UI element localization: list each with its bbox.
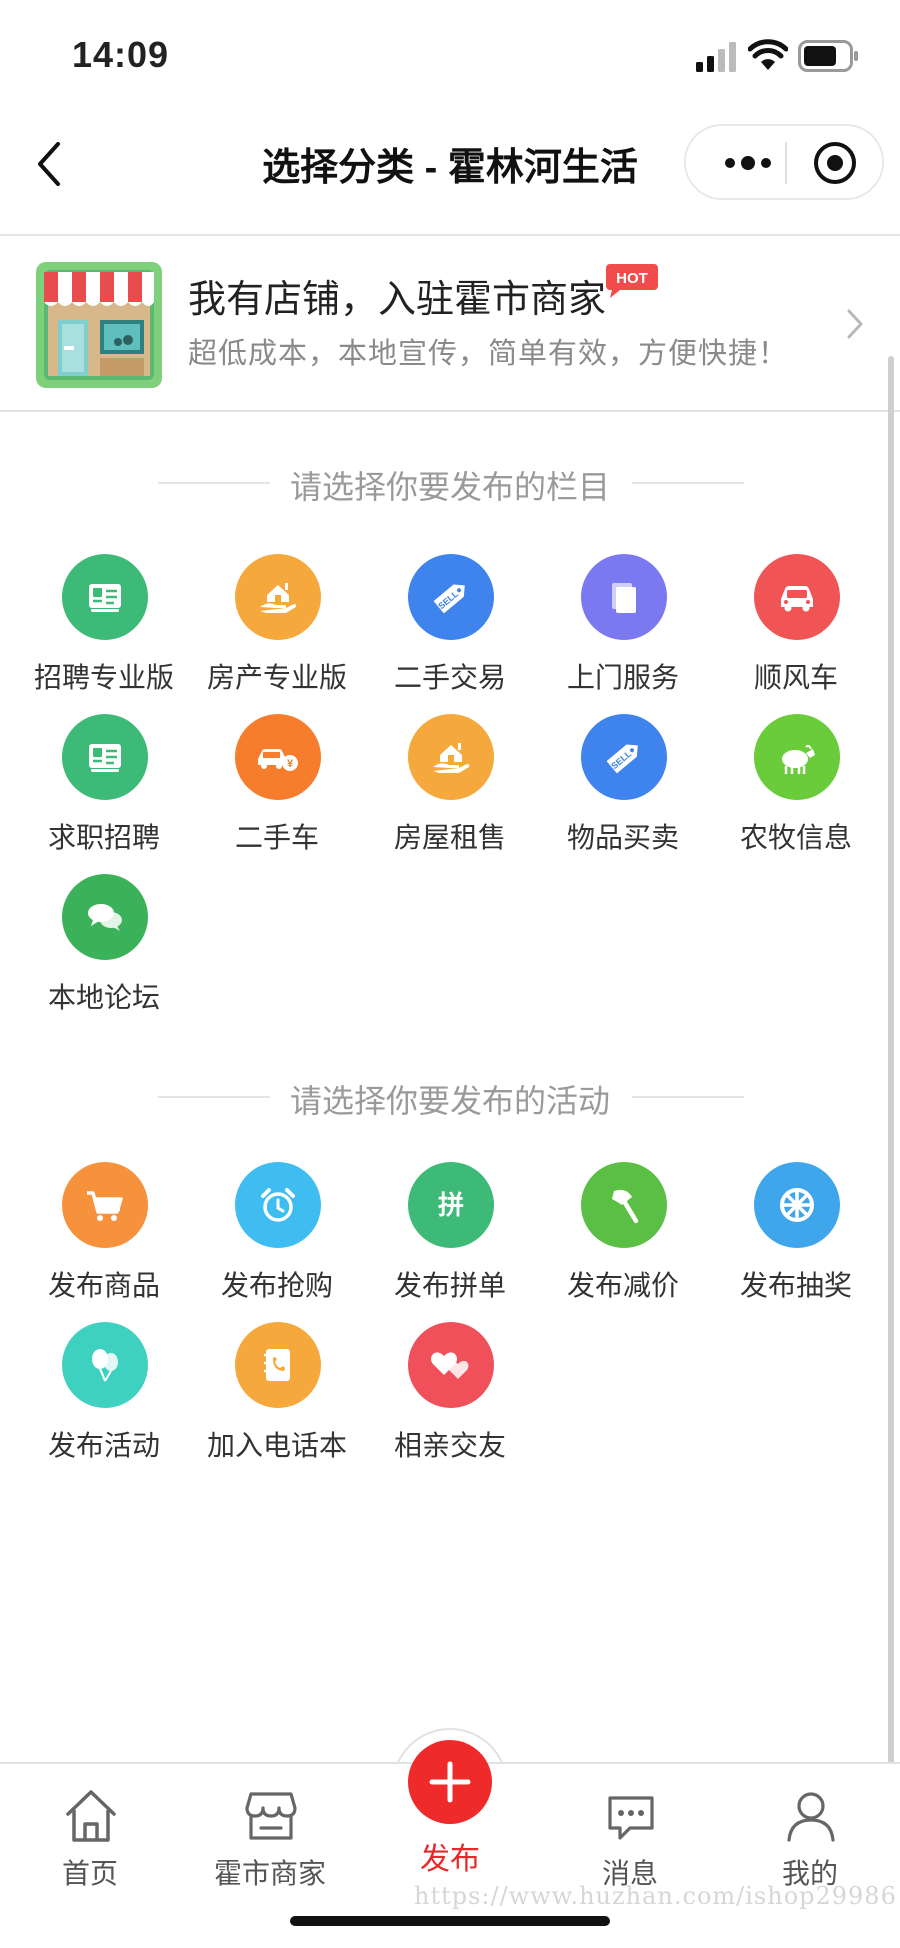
- category-item[interactable]: 求职招聘: [18, 714, 190, 864]
- publish-button[interactable]: [408, 1740, 492, 1824]
- svg-text:拼: 拼: [438, 1191, 464, 1221]
- category-item[interactable]: 发布商品: [18, 1162, 190, 1312]
- columns-section-title: 请选择你要发布的栏目: [289, 469, 610, 505]
- phonebook-icon: [235, 1322, 321, 1408]
- category-label: 发布减价: [566, 1270, 679, 1301]
- category-label: 相亲交友: [393, 1430, 506, 1461]
- alarm-clock-icon: [235, 1162, 321, 1248]
- category-item[interactable]: 招聘专业版: [18, 554, 190, 704]
- sell-tag-icon: SELL: [408, 554, 494, 640]
- heading-rule-right: [632, 482, 744, 484]
- category-label: 发布抽奖: [739, 1270, 852, 1301]
- heading-rule-right: [632, 1096, 744, 1098]
- activities-section-heading: 请选择你要发布的活动: [0, 1076, 900, 1119]
- hot-badge-text: HOT: [616, 270, 648, 287]
- battery-icon: [798, 40, 858, 72]
- watermark: https://www.huzhan.com/ishop29986: [414, 1882, 897, 1910]
- category-item[interactable]: 上门服务: [537, 554, 709, 704]
- category-label: 发布拼单: [393, 1270, 506, 1301]
- category-item[interactable]: 加入电话本: [191, 1322, 363, 1472]
- car-icon: [754, 554, 840, 640]
- columns-section-heading: 请选择你要发布的栏目: [0, 462, 900, 505]
- banner-subtitle: 超低成本，本地宣传，简单有效，方便快捷！: [188, 338, 789, 370]
- category-item[interactable]: ¥ 二手车: [191, 714, 363, 864]
- category-label: 本地论坛: [47, 982, 160, 1013]
- cart-icon: [62, 1162, 148, 1248]
- tab-home-label: 首页: [61, 1858, 118, 1889]
- close-miniprogram-icon[interactable]: [812, 140, 858, 186]
- tab-mine[interactable]: 我的: [720, 1764, 900, 1894]
- category-label: 二手交易: [393, 662, 506, 693]
- sheep-icon: [754, 714, 840, 800]
- chevron-right-icon: [847, 309, 863, 339]
- message-icon: [608, 1796, 654, 1840]
- miniprogram-capsule: [684, 124, 884, 200]
- category-label: 顺风车: [753, 662, 838, 693]
- category-item[interactable]: 发布抢购: [191, 1162, 363, 1312]
- id-card-icon: [62, 714, 148, 800]
- category-item[interactable]: 顺风车: [710, 554, 882, 704]
- wheel-icon: [754, 1162, 840, 1248]
- tab-messages[interactable]: 消息: [540, 1764, 720, 1894]
- sell-tag-icon: SELL: [581, 714, 667, 800]
- category-label: 上门服务: [566, 662, 679, 693]
- category-label: 房产专业版: [206, 662, 347, 693]
- tab-home[interactable]: 首页: [0, 1764, 180, 1894]
- more-dots-icon[interactable]: [722, 148, 774, 178]
- pin-char-icon: 拼: [408, 1162, 494, 1248]
- join-merchant-banner[interactable]: 我有店铺，入驻霍市商家 HOT 超低成本，本地宣传，简单有效，方便快捷！: [0, 238, 900, 412]
- category-label: 二手车: [234, 822, 319, 853]
- category-item[interactable]: SELL 物品买卖: [537, 714, 709, 864]
- category-item[interactable]: 发布活动: [18, 1322, 190, 1472]
- chat-bubbles-icon: [62, 874, 148, 960]
- category-label: 发布活动: [47, 1430, 160, 1461]
- hearts-icon: [408, 1322, 494, 1408]
- category-item[interactable]: 农牧信息: [710, 714, 882, 864]
- user-icon: [787, 1792, 835, 1842]
- category-label: 农牧信息: [739, 822, 852, 853]
- wifi-icon: [748, 39, 788, 70]
- tab-merchants[interactable]: 霍市商家: [180, 1764, 360, 1894]
- status-bar: 14:09: [0, 0, 900, 110]
- category-item[interactable]: 发布抽奖: [710, 1162, 882, 1312]
- category-item[interactable]: 本地论坛: [18, 874, 190, 1024]
- category-item[interactable]: 拼发布拼单: [364, 1162, 536, 1312]
- plus-icon: [429, 1761, 471, 1803]
- tab-publish-label[interactable]: 发布: [360, 1834, 540, 1878]
- house-hand-icon: [408, 714, 494, 800]
- category-label: 发布抢购: [220, 1270, 333, 1301]
- tab-merchants-label: 霍市商家: [213, 1858, 326, 1889]
- id-card-icon: [62, 554, 148, 640]
- navigation-bar: 选择分类 - 霍林河生活: [0, 110, 900, 236]
- house-hand-icon: [235, 554, 321, 640]
- cards-icon: [581, 554, 667, 640]
- category-label: 求职招聘: [47, 822, 160, 853]
- cellular-signal-icon: [696, 42, 736, 72]
- category-label: 房屋租售: [393, 822, 506, 853]
- storefront-icon: [36, 262, 162, 388]
- home-indicator: [290, 1916, 610, 1926]
- status-time: 14:09: [72, 34, 170, 75]
- category-label: 招聘专业版: [33, 662, 174, 693]
- used-car-icon: ¥: [235, 714, 321, 800]
- category-label: 物品买卖: [566, 822, 679, 853]
- category-item[interactable]: 房屋租售: [364, 714, 536, 864]
- category-item[interactable]: 相亲交友: [364, 1322, 536, 1472]
- hot-badge: HOT: [606, 264, 658, 298]
- balloons-icon: [62, 1322, 148, 1408]
- category-label: 发布商品: [47, 1270, 160, 1301]
- axe-icon: [581, 1162, 667, 1248]
- activities-section-title: 请选择你要发布的活动: [289, 1083, 610, 1119]
- category-item[interactable]: SELL 二手交易: [364, 554, 536, 704]
- category-item[interactable]: 发布减价: [537, 1162, 709, 1312]
- svg-text:¥: ¥: [287, 758, 294, 770]
- store-icon: [245, 1792, 297, 1840]
- category-label: 加入电话本: [206, 1430, 347, 1461]
- banner-headline: 我有店铺，入驻霍市商家: [188, 279, 607, 321]
- category-item[interactable]: 房产专业版: [191, 554, 363, 704]
- scroll-indicator[interactable]: [888, 356, 894, 1766]
- home-icon: [66, 1790, 116, 1842]
- capsule-divider: [785, 142, 787, 184]
